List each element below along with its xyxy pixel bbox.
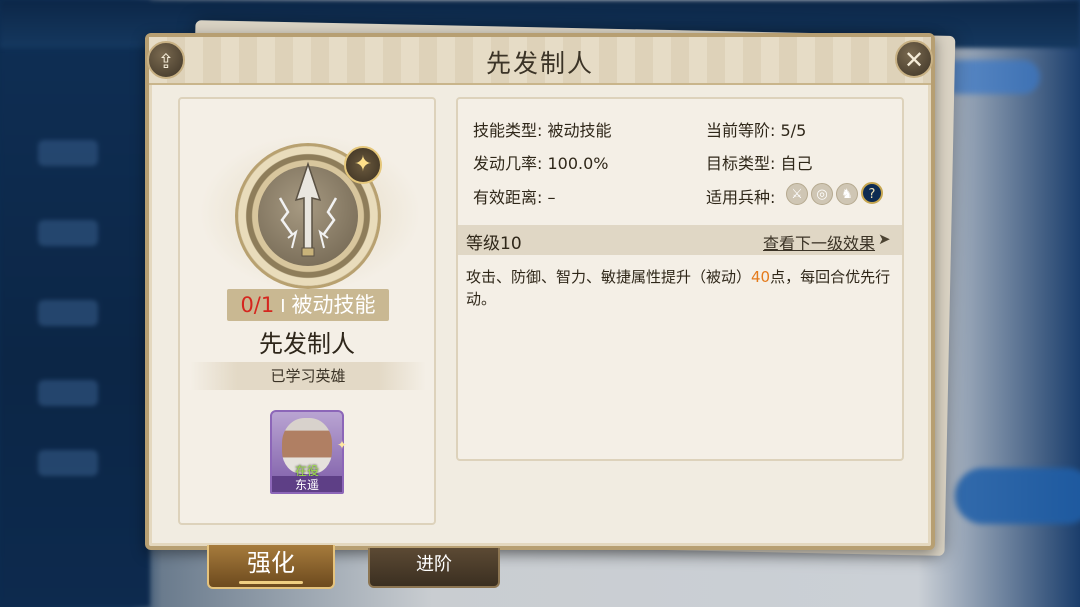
description-number: 40 <box>751 268 771 286</box>
info-rate-value: 100.0% <box>547 154 609 173</box>
share-icon: ⇪ <box>157 49 175 73</box>
background-menu-item <box>38 300 98 326</box>
tab-advance-label: 进阶 <box>416 554 452 575</box>
sword-icon[interactable]: ⚔ <box>786 183 808 205</box>
info-range-value: – <box>547 188 556 207</box>
info-target-value: 自己 <box>780 154 813 173</box>
background-menu-item <box>38 450 98 476</box>
info-range: 有效距离: – <box>473 184 556 208</box>
tab-strengthen-label: 强化 <box>247 549 295 577</box>
skill-description: 攻击、防御、智力、敏捷属性提升（被动）40点，每回合优先行动。 <box>466 266 898 310</box>
background-menu-item <box>38 380 98 406</box>
skill-count-separator: I <box>280 296 286 317</box>
skill-count: 0/1 <box>240 293 275 317</box>
info-rate: 发动几率: 100.0% <box>473 150 609 174</box>
info-rank-value: 5/5 <box>780 121 807 140</box>
description-part1: 攻击、防御、智力、敏捷属性提升（被动） <box>466 268 752 286</box>
info-skill-type: 技能类型: 被动技能 <box>473 117 612 141</box>
sparkle-icon: ✦ <box>337 438 348 452</box>
next-arrow-icon[interactable]: ➤ <box>878 230 891 248</box>
panel-title: 先发制人 <box>485 49 594 78</box>
info-rank-key: 当前等阶: <box>706 121 776 140</box>
background-menu-item <box>38 220 98 246</box>
spear-icon <box>278 161 338 257</box>
troop-type-icons: ⚔ ◎ ♞? <box>786 182 886 205</box>
info-troop-key: 适用兵种: <box>706 188 776 207</box>
tab-advance[interactable]: 进阶 <box>368 548 500 588</box>
close-icon: ✕ <box>903 46 925 74</box>
background-menu-item <box>38 140 98 166</box>
skill-type-label: 被动技能 <box>291 293 376 317</box>
info-rate-key: 发动几率: <box>473 154 543 173</box>
share-button[interactable]: ⇪ <box>147 41 185 79</box>
question-icon[interactable]: ? <box>861 182 883 204</box>
info-skill-type-key: 技能类型: <box>473 121 543 140</box>
info-rank: 当前等阶: 5/5 <box>706 117 806 141</box>
title-bar: 先发制人 <box>149 37 931 85</box>
close-button[interactable]: ✕ <box>895 40 933 78</box>
learned-heroes-label: 已学习英雄 <box>190 362 426 390</box>
star-icon: ✦ <box>344 146 382 184</box>
info-troop: 适用兵种: <box>706 184 775 208</box>
info-range-key: 有效距离: <box>473 188 543 207</box>
background-chip <box>940 60 1040 94</box>
skill-count-badge: 0/1 I 被动技能 <box>227 289 389 321</box>
background-button <box>955 468 1080 524</box>
info-skill-type-value: 被动技能 <box>547 121 612 140</box>
next-level-link[interactable]: 查看下一级效果 <box>763 230 875 254</box>
info-target-key: 目标类型: <box>706 154 776 173</box>
horse-icon[interactable]: ♞ <box>836 183 858 205</box>
skill-name: 先发制人 <box>259 330 355 358</box>
info-target: 目标类型: 自己 <box>706 150 813 174</box>
bow-target-icon[interactable]: ◎ <box>811 183 833 205</box>
hero-name: 东遥 <box>272 476 342 492</box>
level-label: 等级10 <box>466 234 522 254</box>
tab-strengthen[interactable]: 强化 <box>207 545 335 589</box>
hero-portrait[interactable]: 在役 东遥 <box>270 410 344 494</box>
background-left-menu <box>0 0 150 607</box>
